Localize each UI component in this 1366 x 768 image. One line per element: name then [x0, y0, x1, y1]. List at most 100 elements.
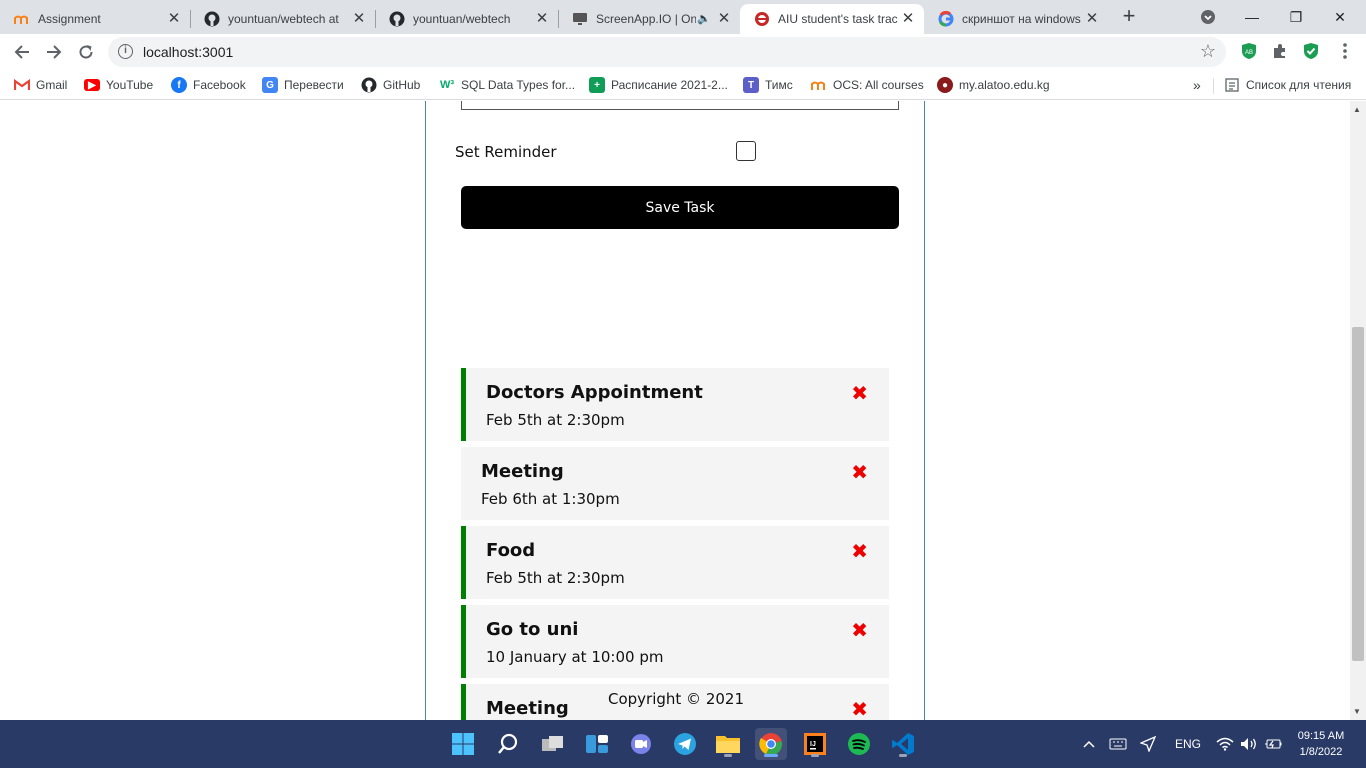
bookmark-alatoo[interactable]: ● my.alatoo.edu.kg	[937, 76, 1050, 94]
location-icon[interactable]	[1140, 720, 1156, 768]
search-icon[interactable]	[492, 728, 524, 760]
vscode-icon[interactable]	[887, 728, 919, 760]
bookmark-gmail[interactable]: Gmail	[14, 76, 67, 94]
tab-search-button[interactable]	[1186, 4, 1230, 30]
bookmark-label: Перевести	[284, 78, 344, 92]
site-info-icon[interactable]: i	[118, 44, 133, 59]
bookmark-star-icon[interactable]: ☆	[1200, 41, 1216, 62]
teams-chat-icon[interactable]	[625, 728, 657, 760]
github-icon	[361, 77, 377, 93]
task-day: Feb 5th at 2:30pm	[486, 569, 625, 587]
scroll-down-arrow-icon[interactable]: ▼	[1353, 707, 1361, 716]
volume-icon[interactable]	[1240, 720, 1258, 768]
screenapp-icon	[572, 11, 588, 27]
keyboard-icon[interactable]	[1109, 720, 1127, 768]
bookmark-label: SQL Data Types for...	[461, 78, 576, 92]
close-tab-icon[interactable]: ✕	[534, 11, 550, 27]
bookmark-youtube[interactable]: ▶ YouTube	[84, 76, 153, 94]
close-tab-icon[interactable]: ✕	[1084, 11, 1100, 27]
close-tab-icon[interactable]: ✕	[166, 11, 182, 27]
moodle-icon	[811, 77, 827, 93]
bookmark-sql-data-types[interactable]: W³ SQL Data Types for...	[439, 76, 575, 94]
speaker-icon[interactable]: 🔈	[696, 11, 712, 27]
reload-button[interactable]	[72, 38, 100, 66]
day-time-input[interactable]	[461, 101, 899, 110]
task-card[interactable]: Food Feb 5th at 2:30pm ✖	[461, 526, 889, 599]
close-tab-icon[interactable]: ✕	[351, 11, 367, 27]
bookmark-facebook[interactable]: f Facebook	[171, 76, 246, 94]
minimize-button[interactable]: —	[1230, 4, 1274, 30]
reading-list-button[interactable]: Список для чтения	[1224, 76, 1351, 94]
close-tab-icon[interactable]: ✕	[900, 11, 916, 27]
bookmark-github[interactable]: GitHub	[361, 76, 420, 94]
widgets-icon[interactable]	[581, 728, 613, 760]
forward-button[interactable]	[40, 38, 68, 66]
delete-task-icon[interactable]: ✖	[851, 460, 868, 484]
moodle-icon	[14, 11, 30, 27]
extensions-puzzle-icon[interactable]	[1271, 42, 1289, 60]
telegram-icon[interactable]	[669, 728, 701, 760]
bookmark-schedule[interactable]: + Расписание 2021-2...	[589, 76, 728, 94]
tab-title: yountuan/webtech at	[228, 12, 339, 26]
url-text[interactable]: localhost:3001	[143, 44, 233, 60]
facebook-icon: f	[171, 77, 187, 93]
close-window-button[interactable]: ✕	[1318, 4, 1362, 30]
system-clock[interactable]: 09:15 AM 1/8/2022	[1286, 728, 1356, 760]
teams-icon: T	[743, 77, 759, 93]
delete-task-icon[interactable]: ✖	[851, 618, 868, 642]
tab-screenapp[interactable]: ScreenApp.IO | On 🔈 ✕	[558, 4, 740, 34]
bookmark-translate[interactable]: G Перевести	[262, 76, 344, 94]
tab-title: AIU student's task trac	[778, 12, 898, 26]
bookmark-label: YouTube	[106, 78, 154, 92]
menu-kebab-icon[interactable]	[1336, 42, 1354, 60]
reminder-form-control: Set Reminder	[455, 140, 755, 164]
language-label: ENG	[1175, 737, 1202, 751]
chrome-taskbar-icon[interactable]	[755, 728, 787, 760]
more-bookmarks-chevron-icon[interactable]: »	[1193, 76, 1201, 94]
save-task-button[interactable]: Save Task	[461, 186, 899, 229]
scroll-up-arrow-icon[interactable]: ▲	[1353, 105, 1361, 114]
maximize-button[interactable]: ❐	[1274, 4, 1318, 30]
running-indicator	[811, 754, 819, 757]
delete-task-icon[interactable]: ✖	[851, 381, 868, 405]
spotify-icon[interactable]	[843, 728, 875, 760]
back-button[interactable]	[8, 38, 36, 66]
task-title: Meeting	[481, 461, 564, 482]
adblock-extension-icon[interactable]: AB	[1240, 42, 1258, 60]
delete-task-icon[interactable]: ✖	[851, 539, 868, 563]
task-view-icon[interactable]	[537, 728, 569, 760]
scrollbar-thumb[interactable]	[1352, 327, 1364, 661]
input-language[interactable]: ENG	[1175, 720, 1201, 768]
tab-assignment[interactable]: Assignment ✕	[0, 4, 190, 34]
set-reminder-checkbox[interactable]	[736, 141, 756, 161]
file-explorer-icon[interactable]	[712, 728, 744, 760]
wifi-icon[interactable]	[1216, 720, 1234, 768]
sheets-icon: +	[589, 77, 605, 93]
page-scrollbar[interactable]: ▲ ▼	[1350, 101, 1366, 720]
shield-check-icon[interactable]	[1302, 42, 1320, 60]
aiu-icon	[754, 11, 770, 27]
running-indicator	[724, 754, 732, 757]
task-card[interactable]: Go to uni 10 January at 10:00 pm ✖	[461, 605, 889, 678]
show-hidden-icons-chevron-icon[interactable]	[1082, 720, 1096, 768]
task-card[interactable]: Doctors Appointment Feb 5th at 2:30pm ✖	[461, 368, 889, 441]
tab-github-webtech-at[interactable]: yountuan/webtech at ✕	[190, 4, 375, 34]
task-card[interactable]: Meeting Feb 6th at 1:30pm ✖	[461, 447, 889, 520]
arrow-right-icon	[47, 45, 62, 59]
tab-github-webtech[interactable]: yountuan/webtech ✕	[375, 4, 558, 34]
windows-start-icon[interactable]	[447, 728, 479, 760]
close-tab-icon[interactable]: ✕	[716, 11, 732, 27]
new-tab-button[interactable]: +	[1118, 5, 1140, 28]
svg-text:AB: AB	[1245, 50, 1253, 56]
browser-toolbar: i localhost:3001 ☆ AB	[0, 34, 1366, 70]
tab-google-search[interactable]: скриншот на windows ✕	[924, 4, 1108, 34]
bookmark-ocs-courses[interactable]: OCS: All courses	[811, 76, 924, 94]
bookmark-teams[interactable]: T Тимс	[743, 76, 793, 94]
bookmark-label: GitHub	[383, 78, 421, 92]
address-bar[interactable]: i localhost:3001 ☆	[108, 37, 1226, 67]
tab-aiu-task-tracker[interactable]: AIU student's task trac ✕	[740, 4, 924, 34]
battery-icon[interactable]	[1264, 720, 1282, 768]
tab-title: Assignment	[38, 12, 101, 26]
intellij-icon[interactable]: IJ	[799, 728, 831, 760]
bookmark-label: Facebook	[193, 78, 246, 92]
